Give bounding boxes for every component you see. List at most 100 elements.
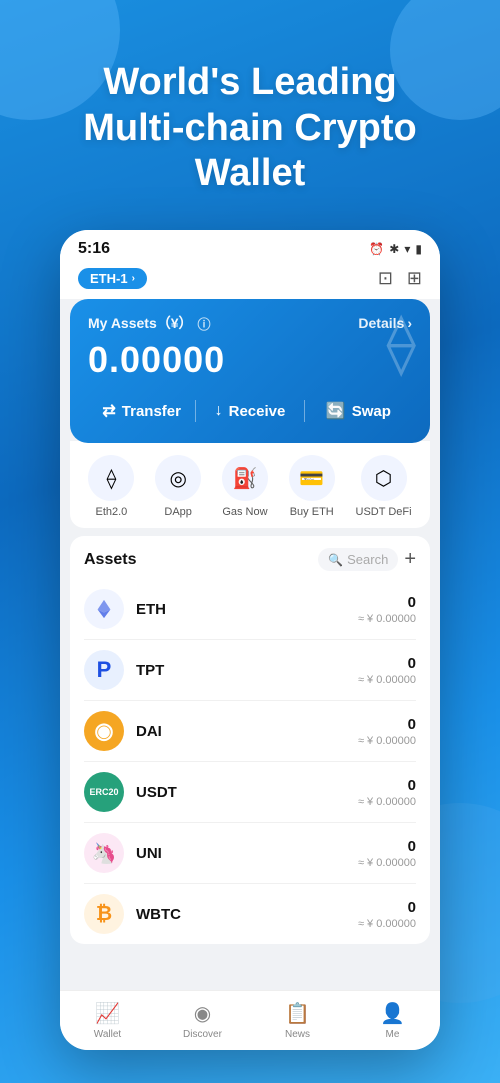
usdt-token-name: USDT: [136, 784, 358, 801]
wbtc-token-balance: 0 ≈ ¥ 0.00000: [358, 899, 416, 930]
eth-token-balance: 0 ≈ ¥ 0.00000: [358, 594, 416, 625]
receive-icon: ↓: [215, 402, 223, 420]
eth2-label: Eth2.0: [95, 506, 127, 518]
usdt-value: ≈ ¥ 0.00000: [358, 796, 416, 808]
search-icon: 🔍: [328, 553, 343, 567]
network-actions: ⊡ ⊞: [378, 268, 422, 289]
token-row-usdt[interactable]: ERC20 USDT 0 ≈ ¥ 0.00000: [84, 762, 416, 823]
status-bar: 5:16 ⏰ ✱ ▾ ▮: [60, 230, 440, 264]
assets-amount: 0.00000: [88, 339, 412, 381]
quick-gas-now[interactable]: ⛽ Gas Now: [222, 455, 268, 518]
camera-icon[interactable]: ⊡: [378, 268, 393, 289]
token-row-tpt[interactable]: P TPT 0 ≈ ¥ 0.00000: [84, 640, 416, 701]
tpt-token-balance: 0 ≈ ¥ 0.00000: [358, 655, 416, 686]
nav-me[interactable]: 👤 Me: [345, 1001, 440, 1040]
battery-icon: ▮: [415, 242, 422, 256]
tpt-token-icon: P: [84, 650, 124, 690]
transfer-button[interactable]: ⇄ Transfer: [88, 395, 195, 427]
gas-now-label: Gas Now: [222, 506, 267, 518]
quick-eth2[interactable]: ⟠ Eth2.0: [88, 455, 134, 518]
tpt-token-name: TPT: [136, 662, 358, 679]
me-nav-label: Me: [386, 1029, 400, 1040]
network-label: ETH-1: [90, 271, 128, 286]
search-box[interactable]: 🔍 Search: [318, 548, 398, 571]
assets-section: Assets 🔍 Search + ETH: [70, 536, 430, 944]
dai-value: ≈ ¥ 0.00000: [358, 735, 416, 747]
hero-title: World's Leading Multi-chain Crypto Walle…: [30, 60, 470, 197]
uni-token-icon: 🦄: [84, 833, 124, 873]
assets-header: My Assets（¥） ⓘ Details ›: [88, 313, 412, 333]
eth-token-icon: [84, 589, 124, 629]
eth-amount: 0: [358, 594, 416, 611]
network-badge[interactable]: ETH-1 ›: [78, 268, 147, 289]
token-row-uni[interactable]: 🦄 UNI 0 ≈ ¥ 0.00000: [84, 823, 416, 884]
dai-token-icon: ◉: [84, 711, 124, 751]
quick-usdt-defi[interactable]: ⬡ USDT DeFi: [356, 455, 412, 518]
uni-token-balance: 0 ≈ ¥ 0.00000: [358, 838, 416, 869]
usdt-amount: 0: [358, 777, 416, 794]
usdt-defi-icon: ⬡: [361, 455, 407, 501]
assets-details-link[interactable]: Details ›: [358, 315, 412, 331]
buy-eth-icon: 💳: [289, 455, 335, 501]
qr-icon[interactable]: ⊞: [407, 268, 422, 289]
gas-now-icon: ⛽: [222, 455, 268, 501]
token-row-wbtc[interactable]: ₿ WBTC 0 ≈ ¥ 0.00000: [84, 884, 416, 944]
network-chevron: ›: [132, 273, 135, 284]
wallet-nav-label: Wallet: [94, 1029, 121, 1040]
wbtc-token-icon: ₿: [84, 894, 124, 934]
discover-nav-icon: ◉: [194, 1001, 211, 1026]
wbtc-value: ≈ ¥ 0.00000: [358, 918, 416, 930]
wallet-nav-icon: 📈: [95, 1001, 120, 1026]
status-icons: ⏰ ✱ ▾ ▮: [369, 242, 422, 256]
network-bar: ETH-1 › ⊡ ⊞: [60, 264, 440, 299]
tpt-value: ≈ ¥ 0.00000: [358, 674, 416, 686]
usdt-token-icon: ERC20: [84, 772, 124, 812]
token-row-dai[interactable]: ◉ DAI 0 ≈ ¥ 0.00000: [84, 701, 416, 762]
swap-icon: 🔄: [326, 401, 346, 421]
hero-section: World's Leading Multi-chain Crypto Walle…: [0, 60, 500, 197]
uni-token-name: UNI: [136, 845, 358, 862]
nav-discover[interactable]: ◉ Discover: [155, 1001, 250, 1040]
usdt-defi-label: USDT DeFi: [356, 506, 412, 518]
assets-card: ⟠ My Assets（¥） ⓘ Details › 0.00000 ⇄ Tra…: [70, 299, 430, 443]
assets-info-icon[interactable]: ⓘ: [198, 314, 211, 333]
nav-news[interactable]: 📋 News: [250, 1001, 345, 1040]
usdt-token-balance: 0 ≈ ¥ 0.00000: [358, 777, 416, 808]
search-placeholder: Search: [347, 552, 388, 567]
eth2-icon: ⟠: [88, 455, 134, 501]
uni-amount: 0: [358, 838, 416, 855]
quick-actions: ⟠ Eth2.0 ◎ DApp ⛽ Gas Now 💳 Buy ETH ⬡ US…: [70, 441, 430, 528]
bottom-nav: 📈 Wallet ◉ Discover 📋 News 👤 Me: [60, 990, 440, 1050]
assets-section-header: Assets 🔍 Search +: [70, 536, 430, 579]
bluetooth-icon: ✱: [389, 242, 399, 256]
nav-wallet[interactable]: 📈 Wallet: [60, 1001, 155, 1040]
transfer-label: Transfer: [122, 403, 181, 420]
tpt-amount: 0: [358, 655, 416, 672]
dai-token-balance: 0 ≈ ¥ 0.00000: [358, 716, 416, 747]
receive-button[interactable]: ↓ Receive: [196, 396, 303, 426]
eth-value: ≈ ¥ 0.00000: [358, 613, 416, 625]
transfer-icon: ⇄: [102, 401, 115, 421]
token-list: ETH 0 ≈ ¥ 0.00000 P TPT 0 ≈ ¥ 0.00000 ◉ …: [70, 579, 430, 944]
status-time: 5:16: [78, 240, 110, 258]
swap-button[interactable]: 🔄 Swap: [305, 395, 412, 427]
phone-frame: 5:16 ⏰ ✱ ▾ ▮ ETH-1 › ⊡ ⊞ ⟠ My Assets（¥） …: [60, 230, 440, 1050]
add-token-button[interactable]: +: [404, 548, 416, 571]
quick-buy-eth[interactable]: 💳 Buy ETH: [289, 455, 335, 518]
assets-section-title: Assets: [84, 551, 136, 569]
alarm-icon: ⏰: [369, 242, 384, 256]
eth-token-name: ETH: [136, 601, 358, 618]
token-row-eth[interactable]: ETH 0 ≈ ¥ 0.00000: [84, 579, 416, 640]
quick-dapp[interactable]: ◎ DApp: [155, 455, 201, 518]
swap-label: Swap: [352, 403, 391, 420]
dapp-icon: ◎: [155, 455, 201, 501]
search-area: 🔍 Search +: [318, 548, 416, 571]
me-nav-icon: 👤: [380, 1001, 405, 1026]
news-nav-label: News: [285, 1029, 310, 1040]
wbtc-token-name: WBTC: [136, 906, 358, 923]
action-buttons: ⇄ Transfer ↓ Receive 🔄 Swap: [88, 395, 412, 427]
dai-amount: 0: [358, 716, 416, 733]
wifi-icon: ▾: [404, 242, 410, 256]
news-nav-icon: 📋: [285, 1001, 310, 1026]
uni-value: ≈ ¥ 0.00000: [358, 857, 416, 869]
